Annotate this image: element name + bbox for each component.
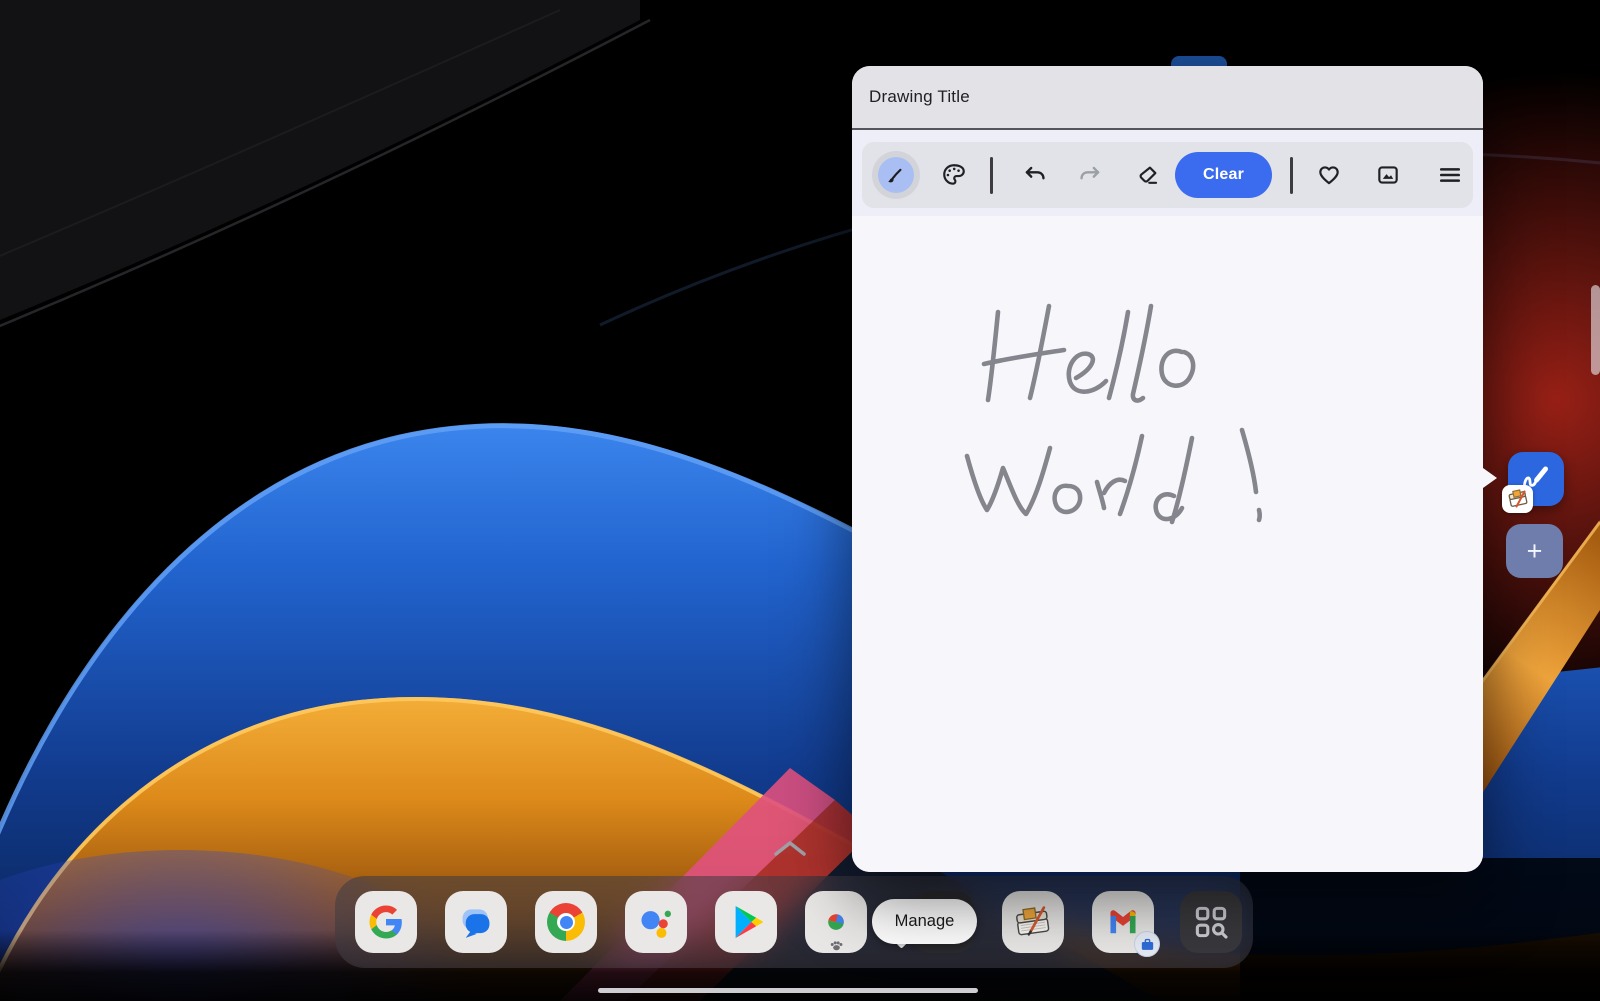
add-bubble-button[interactable]: +: [1506, 524, 1563, 578]
assistant-icon: [636, 902, 676, 942]
brush-tool-button[interactable]: [872, 151, 920, 199]
dock-icon-notebook-app[interactable]: [1002, 891, 1064, 953]
photos-pinwheel-icon: [817, 903, 855, 941]
toolbar-divider: [1290, 157, 1293, 194]
window-titlebar[interactable]: Drawing Title: [852, 66, 1483, 128]
chrome-icon: [547, 903, 585, 941]
scrollbar[interactable]: [1591, 285, 1600, 375]
dock-icon-google[interactable]: [355, 891, 417, 953]
redo-button[interactable]: [1068, 153, 1112, 197]
dock-icon-play-store[interactable]: [715, 891, 777, 953]
manage-button[interactable]: Manage: [872, 899, 977, 944]
paw-print-icon: [805, 939, 867, 951]
menu-icon: [1436, 161, 1464, 189]
drawing-app-window: Drawing Title: [852, 66, 1483, 872]
toolbar-strip: Clear: [852, 130, 1483, 216]
window-title: Drawing Title: [869, 87, 970, 107]
eraser-button[interactable]: [1126, 153, 1170, 197]
notebook-badge-icon: [1506, 487, 1530, 511]
insert-image-button[interactable]: [1366, 153, 1410, 197]
handwriting-hello-world: [852, 216, 1483, 872]
bubble-app-badge: [1502, 485, 1533, 513]
drawing-canvas[interactable]: [852, 216, 1483, 872]
plus-icon: +: [1527, 536, 1543, 567]
dock-icon-chrome[interactable]: [535, 891, 597, 953]
clear-label: Clear: [1203, 166, 1244, 184]
dock-icon-photos[interactable]: [805, 891, 867, 953]
undo-icon: [1022, 162, 1048, 188]
dock-icon-assistant[interactable]: [625, 891, 687, 953]
play-triangle-icon: [727, 903, 765, 941]
brush-icon: [885, 164, 907, 186]
redo-icon: [1077, 162, 1103, 188]
palette-button[interactable]: [932, 153, 976, 197]
google-g-icon: [368, 904, 404, 940]
notebook-pen-icon: [1013, 902, 1053, 942]
menu-button[interactable]: [1428, 153, 1472, 197]
favorite-button[interactable]: [1307, 153, 1351, 197]
favorite-heart-icon: [1316, 162, 1342, 188]
app-grid-search-icon: [1191, 902, 1231, 942]
insert-image-icon: [1375, 162, 1401, 188]
desktop: Manage: [0, 0, 1600, 1001]
undo-button[interactable]: [1013, 153, 1057, 197]
palette-icon: [941, 162, 967, 188]
eraser-icon: [1135, 162, 1161, 188]
home-indicator-bar[interactable]: [598, 988, 978, 993]
chat-bubble-icon: [457, 903, 495, 941]
toolbar-divider: [990, 157, 993, 194]
drawing-toolbar: Clear: [862, 142, 1473, 208]
manage-label: Manage: [895, 912, 955, 931]
dock-icon-gmail[interactable]: [1092, 891, 1154, 953]
clear-button[interactable]: Clear: [1175, 152, 1272, 198]
dock-icon-app-search[interactable]: [1180, 891, 1242, 953]
dock-expand-chevron-icon[interactable]: [770, 838, 810, 858]
dock-icon-messages[interactable]: [445, 891, 507, 953]
work-profile-briefcase-icon: [1134, 931, 1160, 957]
